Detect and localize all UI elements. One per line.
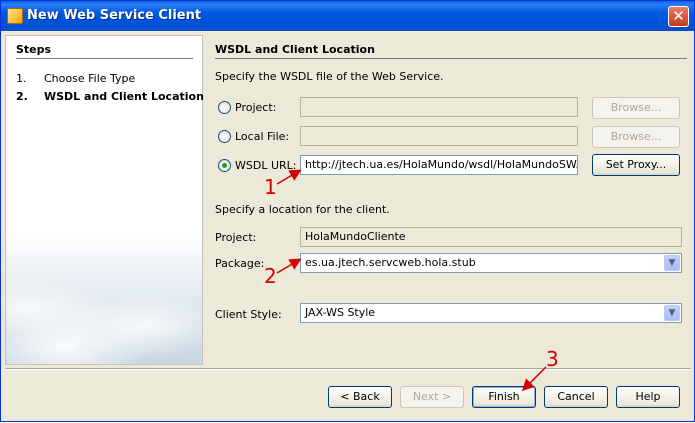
annotation-label-2: 2 xyxy=(264,264,277,288)
annotation-arrow-1 xyxy=(276,169,302,185)
annotation-arrow-3 xyxy=(521,366,547,392)
annotation-arrow-2 xyxy=(276,258,302,274)
annotation-arrows xyxy=(276,169,547,392)
annotation-label-3: 3 xyxy=(546,347,559,371)
annotation-label-1: 1 xyxy=(264,175,277,199)
new-web-service-client-dialog: New Web Service Client ✕ Steps 1. Choose… xyxy=(0,0,695,422)
